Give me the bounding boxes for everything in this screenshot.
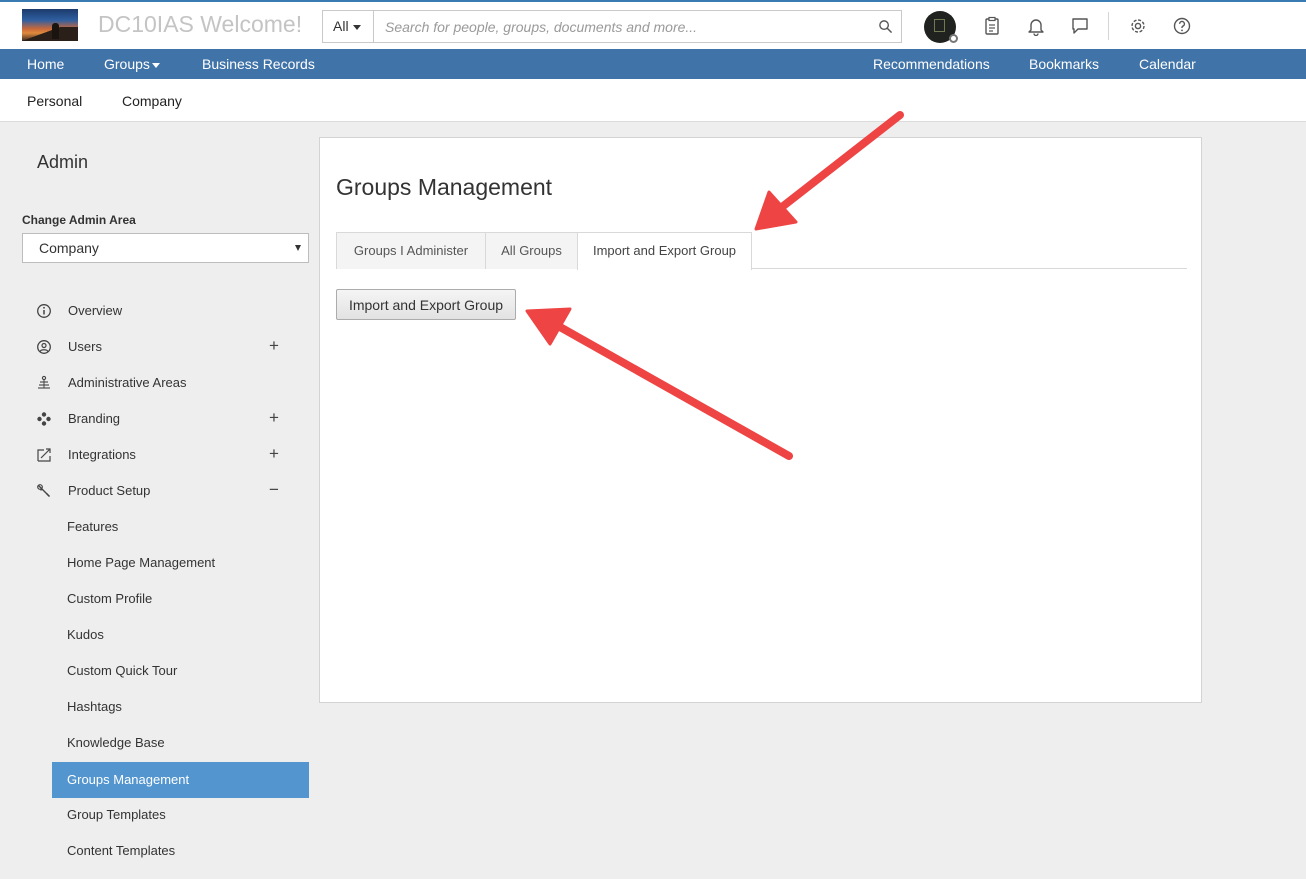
sidebar-item-label: Administrative Areas: [68, 375, 187, 390]
sidebar-subitem-label: Content Templates: [67, 843, 176, 858]
main-content-panel: Groups Management Groups I Administer Al…: [319, 137, 1202, 703]
sidebar-item-label: Product Setup: [68, 483, 151, 498]
search-scope-dropdown[interactable]: All: [323, 11, 374, 42]
expand-plus-icon[interactable]: +: [267, 329, 281, 363]
page-title: Groups Management: [336, 174, 553, 200]
sidebar-item-integrations[interactable]: Integrations +: [22, 437, 309, 473]
sidebar-item-users[interactable]: Users +: [22, 329, 309, 365]
sidebar-subitem-kudos[interactable]: Kudos: [52, 617, 309, 653]
nav-bookmarks[interactable]: Bookmarks: [1029, 49, 1099, 79]
tab-import-export-group[interactable]: Import and Export Group: [577, 232, 752, 270]
sidebar-item-label: Integrations: [68, 447, 136, 462]
sidebar-subitem-custom-quick-tour[interactable]: Custom Quick Tour: [52, 653, 309, 689]
sidebar-subitem-label: Home Page Management: [67, 555, 216, 570]
chat-bubble-icon[interactable]: [1070, 16, 1090, 36]
sidebar-item-overview[interactable]: Overview: [22, 293, 309, 329]
subnav-company[interactable]: Company: [122, 79, 182, 122]
sidebar-subitem-custom-profile[interactable]: Custom Profile: [52, 581, 309, 617]
search-bar: All: [322, 10, 902, 43]
admin-area-selected-value: Company: [39, 240, 99, 256]
user-circle-icon: [37, 340, 51, 354]
integration-icon: [37, 448, 51, 462]
sidebar-subitem-knowledge-base[interactable]: Knowledge Base: [52, 725, 309, 761]
sidebar-subitem-label: Knowledge Base: [67, 735, 165, 750]
site-title: DC10IAS Welcome!: [98, 11, 303, 37]
sidebar-subitem-label: Custom Quick Tour: [67, 663, 178, 678]
chevron-down-icon: [151, 62, 160, 68]
sidebar-subitem-groups-management[interactable]: Groups Management: [52, 762, 309, 798]
sidebar-item-label: Branding: [68, 411, 121, 426]
sidebar-subitem-label: Features: [67, 519, 119, 534]
search-icon[interactable]: [878, 19, 893, 34]
sidebar-subitem-group-templates[interactable]: Group Templates: [52, 797, 309, 833]
admin-area-select[interactable]: Company: [22, 233, 309, 263]
header-divider: [1108, 12, 1109, 40]
expand-plus-icon[interactable]: +: [267, 437, 281, 471]
help-icon[interactable]: [1172, 16, 1192, 36]
sidebar-title: Admin: [37, 152, 89, 172]
main-navbar: Home Groups Business Records Recommendat…: [0, 49, 1306, 79]
tab-all-groups[interactable]: All Groups: [485, 232, 578, 269]
nav-business-records[interactable]: Business Records: [202, 49, 315, 79]
chevron-down-icon: [352, 24, 361, 30]
sidebar-subitem-content-templates[interactable]: Content Templates: [52, 833, 309, 869]
search-input[interactable]: [375, 11, 865, 42]
import-export-group-button[interactable]: Import and Export Group: [336, 289, 516, 320]
secondary-navbar: Personal Company: [0, 79, 1306, 122]
bell-icon[interactable]: [1026, 16, 1046, 36]
sidebar-subitem-label: Groups Management: [67, 772, 190, 787]
change-admin-area-label: Change Admin Area: [22, 213, 136, 227]
tab-groups-i-administer[interactable]: Groups I Administer: [336, 232, 486, 269]
wrench-icon: [37, 484, 50, 497]
site-logo[interactable]: [22, 9, 78, 41]
sidebar-subitem-features[interactable]: Features: [52, 509, 309, 545]
sidebar-subitem-home-page-management[interactable]: Home Page Management: [52, 545, 309, 581]
nav-groups-label: Groups: [104, 56, 150, 72]
sidebar-subitem-label: Group Templates: [67, 807, 166, 822]
sidebar-subitem-label: Hashtags: [67, 699, 122, 714]
chevron-down-icon: [295, 245, 301, 251]
presence-status-icon: [949, 34, 958, 43]
sidebar-subitem-label: Custom Profile: [67, 591, 153, 606]
nav-groups[interactable]: Groups: [104, 49, 160, 79]
nav-calendar[interactable]: Calendar: [1139, 49, 1196, 79]
sidebar-item-administrative-areas[interactable]: Administrative Areas: [22, 365, 309, 401]
collapse-minus-icon[interactable]: −: [267, 473, 281, 507]
search-scope-label: All: [333, 18, 349, 34]
nav-recommendations[interactable]: Recommendations: [873, 49, 990, 79]
sidebar-subitem-label: Kudos: [67, 627, 104, 642]
header-bar: DC10IAS Welcome! All: [0, 2, 1306, 49]
info-icon: [37, 304, 51, 318]
sidebar-item-product-setup[interactable]: Product Setup −: [22, 473, 309, 509]
sidebar-item-label: Overview: [68, 303, 123, 318]
subnav-personal[interactable]: Personal: [27, 79, 82, 122]
nav-home[interactable]: Home: [27, 49, 64, 79]
sidebar-subitem-hashtags[interactable]: Hashtags: [52, 689, 309, 725]
palette-icon: [37, 412, 51, 426]
expand-plus-icon[interactable]: +: [267, 401, 281, 435]
tasks-clipboard-icon[interactable]: [982, 16, 1002, 36]
avatar[interactable]: [924, 11, 958, 43]
sidebar-item-label: Users: [68, 339, 102, 354]
sidebar-item-branding[interactable]: Branding +: [22, 401, 309, 437]
gear-icon[interactable]: [1128, 16, 1148, 36]
hierarchy-icon: [38, 375, 50, 389]
